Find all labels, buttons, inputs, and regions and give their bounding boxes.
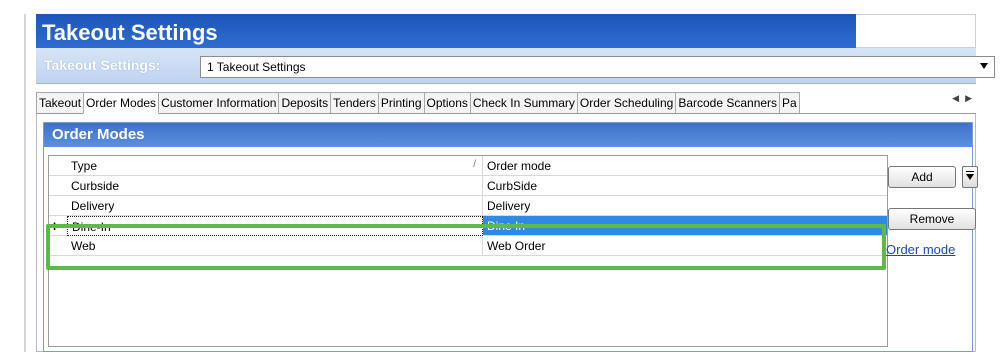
title-bar-blank [856,14,976,48]
settings-selector-row: Takeout Settings: 1 Takeout Settings [36,48,995,84]
row-indicator [49,176,67,196]
chevron-down-icon[interactable] [980,63,988,69]
table-header-row: Type / Order mode [49,156,887,176]
sort-icon: / [473,159,476,170]
chevron-down-icon [966,174,974,180]
tab-options[interactable]: Options [423,92,471,113]
cell-type[interactable]: Web [67,236,483,256]
table-row[interactable]: Web Web Order [49,236,887,256]
row-indicator-current: I [49,216,67,236]
order-modes-panel: Order Modes Type / Order mode Curbside C… [36,114,976,352]
order-mode-link[interactable]: Order mode [886,242,955,257]
cell-type[interactable]: Curbside [67,176,483,196]
column-header-type-label: Type [71,159,98,173]
order-modes-table: Type / Order mode Curbside CurbSide Deli… [48,155,888,347]
tab-takeout[interactable]: Takeout [36,92,85,113]
cell-order-mode[interactable]: Dine In [483,216,887,236]
tab-tenders[interactable]: Tenders [330,92,379,113]
settings-tabs: Takeout Order Modes Customer Information… [36,92,976,114]
cell-type[interactable]: Dine-In [67,216,483,236]
table-row[interactable]: Curbside CurbSide [49,176,887,196]
row-indicator-header [49,156,67,176]
cell-order-mode[interactable]: CurbSide [483,176,887,196]
tab-deposits[interactable]: Deposits [278,92,332,113]
window-edge [24,14,26,352]
settings-label: Takeout Settings: [44,57,161,73]
cell-order-mode[interactable]: Web Order [483,236,887,256]
row-indicator [49,196,67,216]
add-button[interactable]: Add [888,166,956,188]
cell-type[interactable]: Delivery [67,196,483,216]
settings-dropdown-value: 1 Takeout Settings [207,60,306,74]
tab-customer-information[interactable]: Customer Information [158,92,280,113]
window-title: Takeout Settings [36,14,856,48]
current-row-marker: I [53,221,57,233]
tab-order-modes[interactable]: Order Modes [83,92,160,114]
dropdown-bar-icon [966,171,974,172]
settings-dropdown[interactable]: 1 Takeout Settings [200,56,995,78]
table-row-selected[interactable]: I Dine-In Dine In [49,216,887,236]
tab-check-in-summary[interactable]: Check In Summary [469,92,578,113]
remove-button[interactable]: Remove [888,208,976,230]
tab-partial[interactable]: Pa [779,92,800,113]
tab-order-scheduling[interactable]: Order Scheduling [576,92,677,113]
arrow-right-icon[interactable]: ▶ [965,94,972,104]
tab-scroll-arrows: ◀ ▶ [952,94,972,104]
table-row[interactable]: Delivery Delivery [49,196,887,216]
column-header-order-mode[interactable]: Order mode [483,156,887,176]
row-indicator [49,236,67,256]
order-modes-group: Order Modes Type / Order mode Curbside C… [43,122,973,352]
tab-barcode-scanners[interactable]: Barcode Scanners [675,92,781,113]
column-header-type[interactable]: Type / [67,156,483,176]
cell-order-mode[interactable]: Delivery [483,196,887,216]
tab-printing[interactable]: Printing [377,92,425,113]
order-modes-header: Order Modes [44,123,972,147]
add-dropdown-button[interactable] [962,166,978,188]
arrow-left-icon[interactable]: ◀ [952,94,959,104]
